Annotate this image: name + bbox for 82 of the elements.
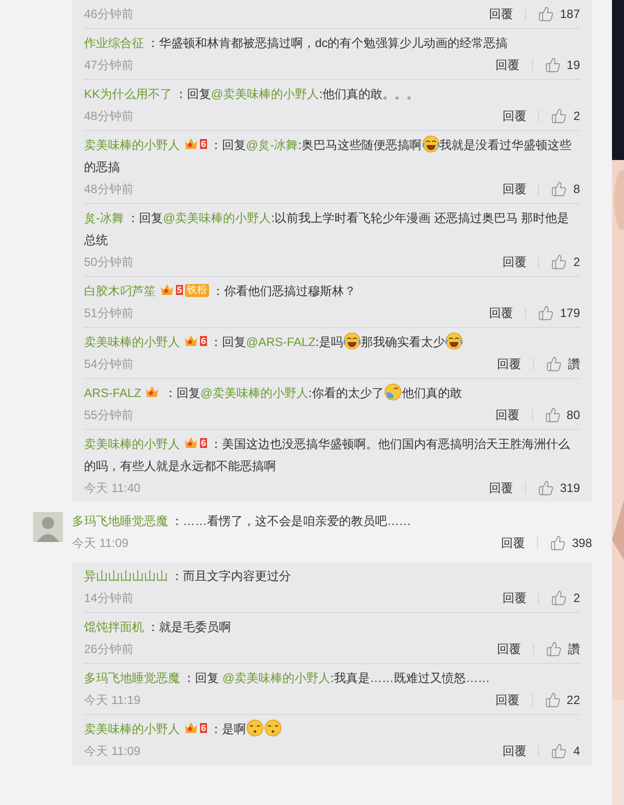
thumbs-up-icon [538, 305, 554, 321]
comment-text: KK为什么用不了 ：回复@卖美味棒的小野人:他们真的敢。。。 [84, 86, 419, 103]
like-button[interactable]: 2 [551, 253, 580, 271]
comment-text: 炱-冰舞 ：回复@卖美味棒的小野人:以前我上学时看飞轮少年漫画 还恶搞过奥巴马 那时他是总统 [84, 210, 570, 249]
like-button[interactable]: 讚 [546, 640, 580, 658]
reply-link[interactable]: 回覆 [502, 589, 526, 607]
crying-emoji-icon [384, 383, 402, 401]
timestamp: 48分钟前 [84, 108, 134, 125]
like-button[interactable]: 4 [551, 742, 580, 760]
comment-text: ARS-FALZ ：回复@卖美味棒的小野人:你看的太少了 他们真的敢 [84, 382, 462, 404]
thumbs-up-icon [550, 535, 566, 551]
comment-text: 作业综合征 ：华盛顿和林肯都被恶搞过啊，dc的有个勉强算少儿动画的经常恶搞 [84, 35, 508, 52]
comment-text: 卖美味棒的小野人 6 ：回复@ARS-FALZ:是吗 那我确实看太少 [84, 331, 463, 353]
badge-level: 6 [200, 723, 208, 733]
like-button[interactable]: 398 [550, 534, 592, 552]
sleepy-emoji-icon [246, 719, 264, 737]
timestamp: 26分钟前 [84, 641, 134, 658]
badge-level: 6 [200, 438, 208, 448]
reply-link[interactable]: 回覆 [496, 406, 520, 424]
fan-badge: 铁粉 [185, 284, 210, 296]
comment-text: 卖美味棒的小野人 6 ：回复@炱-冰舞:奥巴马这些随便恶搞啊 我就是没看过华盛顿这些的恶搞 [84, 134, 580, 178]
comment-text: 白胶木叼芦笙 5 铁粉 ：你看他们恶搞过穆斯林？ [84, 282, 356, 300]
comment-text: 馄饨拌面机 ：就是毛委员啊 [84, 619, 231, 636]
timestamp: 48分钟前 [84, 181, 134, 198]
reply-link[interactable]: 回覆 [488, 5, 513, 23]
like-button[interactable]: 8 [551, 180, 580, 198]
thumbs-up-icon [538, 6, 554, 22]
comment-text: 卖美味棒的小野人 6 ：美国这边也没恶搞华盛顿啊。他们国内有恶搞明治天王胜海洲什么的吗，有些人就是永远都不能恶搞啊 [84, 435, 572, 475]
reply-link[interactable]: 回覆 [502, 107, 526, 125]
avatar-icon [33, 512, 63, 542]
like-button[interactable]: 2 [551, 107, 580, 125]
thumbs-up-icon [544, 407, 561, 423]
laughing-emoji-icon [444, 332, 463, 350]
laughing-emoji-icon [342, 332, 361, 350]
reply-link[interactable]: 回覆 [497, 355, 521, 373]
timestamp: 今天 11:09 [72, 535, 130, 552]
timestamp: 今天 11:19 [84, 692, 142, 709]
like-button[interactable]: 187 [538, 5, 580, 23]
thumbs-up-icon [551, 108, 568, 124]
thumbs-up-icon [551, 254, 568, 270]
badge-level: 6 [200, 336, 208, 346]
like-button[interactable]: 80 [544, 406, 580, 424]
reply-link[interactable]: 回覆 [502, 253, 526, 271]
thumbs-up-icon [551, 743, 568, 759]
reply-link[interactable]: 回覆 [488, 304, 513, 322]
thumbs-up-icon [551, 590, 568, 606]
timestamp: 今天 11:09 [84, 743, 142, 760]
reply-link[interactable]: 回覆 [502, 180, 526, 198]
laughing-emoji-icon [422, 135, 440, 153]
timestamp: 50分钟前 [84, 254, 134, 271]
like-button[interactable]: 讚 [546, 355, 580, 373]
badge-level: 6 [200, 139, 208, 149]
timestamp: 46分钟前 [84, 6, 134, 23]
badge-level: 5 [176, 285, 184, 295]
reply-link[interactable]: 回覆 [488, 479, 513, 497]
thumbs-up-icon [544, 57, 561, 73]
thumbs-up-icon [546, 356, 562, 372]
like-button[interactable]: 2 [551, 589, 580, 607]
reply-link[interactable]: 回覆 [497, 640, 521, 658]
timestamp: 55分钟前 [84, 407, 134, 424]
reply-link[interactable]: 回覆 [496, 56, 520, 74]
thumbs-up-icon [544, 692, 561, 708]
timestamp: 47分钟前 [84, 57, 134, 74]
timestamp: 51分钟前 [84, 305, 134, 322]
thumbs-up-icon [551, 181, 568, 197]
comment-text: 异山山山山山山 ：而且文字内容更过分 [84, 568, 291, 585]
like-button[interactable]: 19 [544, 56, 580, 74]
timestamp: 14分钟前 [84, 590, 134, 607]
reply-link[interactable]: 回覆 [500, 534, 525, 552]
like-button[interactable]: 22 [544, 691, 580, 709]
reply-link[interactable]: 回覆 [496, 691, 520, 709]
thumbs-up-icon [538, 480, 554, 496]
timestamp: 今天 11:40 [84, 480, 142, 497]
comment-text: 卖美味棒的小野人 6 ：是啊 [84, 718, 282, 740]
comment-text: 多玛飞地睡觉恶魔 ：……看愣了，这不会是咱亲爱的教员吧…… [72, 513, 411, 530]
thumbs-up-icon [546, 641, 562, 657]
sleepy-emoji-icon [264, 719, 282, 737]
reply-link[interactable]: 回覆 [502, 742, 526, 760]
like-button[interactable]: 179 [538, 304, 580, 322]
timestamp: 54分钟前 [84, 356, 134, 373]
comment-text: 多玛飞地睡觉恶魔 ：回复 @卖美味棒的小野人:我真是……既难过又愤怒…… [84, 670, 490, 687]
like-button[interactable]: 319 [538, 479, 580, 497]
